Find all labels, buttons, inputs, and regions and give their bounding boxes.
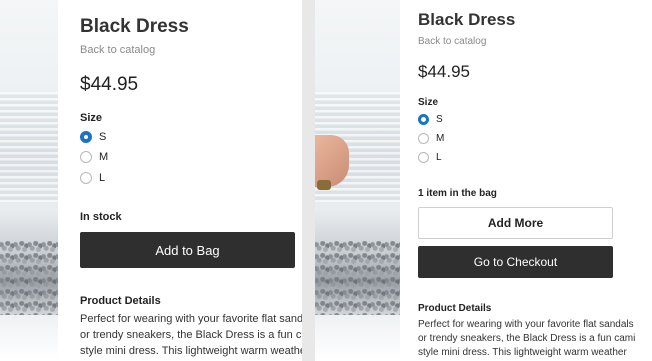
product-photo-left	[0, 0, 58, 361]
radio-selected-icon[interactable]	[418, 114, 429, 125]
radio-unselected-icon[interactable]	[418, 133, 429, 144]
product-price: $44.95	[80, 74, 139, 95]
size-option-label: L	[99, 172, 106, 184]
product-price: $44.95	[418, 62, 470, 81]
details-line: style mini dress. This lightweight warm …	[80, 345, 302, 357]
size-label: Size	[418, 97, 439, 108]
product-panel-before: Black Dress Back to catalog $44.95 Size …	[58, 0, 302, 361]
back-to-catalog-link[interactable]: Back to catalog	[418, 36, 486, 47]
stock-status: In stock	[80, 211, 122, 223]
bracelet	[317, 180, 331, 190]
product-title: Black Dress	[418, 10, 516, 29]
size-label: Size	[80, 112, 103, 124]
go-to-checkout-button[interactable]: Go to Checkout	[418, 246, 613, 278]
details-line: or trendy sneakers, the Black Dress is a…	[418, 333, 636, 344]
size-option-l[interactable]: L	[418, 152, 442, 163]
back-to-catalog-link[interactable]: Back to catalog	[80, 44, 155, 56]
product-details-heading: Product Details	[418, 303, 492, 314]
radio-unselected-icon[interactable]	[80, 151, 92, 163]
size-option-m[interactable]: M	[418, 133, 444, 144]
size-option-label: M	[99, 151, 109, 163]
radio-unselected-icon[interactable]	[80, 172, 92, 184]
product-details-heading: Product Details	[80, 295, 161, 307]
product-panel-after: Black Dress Back to catalog $44.95 Size …	[400, 0, 652, 361]
screen-divider	[302, 0, 315, 361]
add-more-button[interactable]: Add More	[418, 207, 613, 239]
size-option-label: L	[436, 152, 442, 163]
add-to-bag-button[interactable]: Add to Bag	[80, 232, 295, 268]
bag-status: 1 item in the bag	[418, 188, 497, 199]
size-option-m[interactable]: M	[80, 151, 108, 163]
radio-selected-icon[interactable]	[80, 131, 92, 143]
product-details-text: Perfect for wearing with your favorite f…	[418, 318, 652, 360]
size-option-label: M	[436, 133, 445, 144]
details-line: style mini dress. This lightweight warm …	[418, 347, 627, 358]
size-option-label: S	[436, 114, 443, 125]
product-title: Black Dress	[80, 16, 189, 37]
size-option-l[interactable]: L	[80, 172, 105, 184]
product-details-text: Perfect for wearing with your favorite f…	[80, 311, 302, 359]
details-line: Perfect for wearing with your favorite f…	[80, 313, 302, 325]
details-line: Perfect for wearing with your favorite f…	[418, 319, 634, 330]
size-option-label: S	[99, 131, 107, 143]
radio-unselected-icon[interactable]	[418, 152, 429, 163]
size-option-s[interactable]: S	[418, 114, 443, 125]
details-line: or trendy sneakers, the Black Dress is a…	[80, 329, 302, 341]
size-option-s[interactable]: S	[80, 131, 106, 143]
product-photo-right	[315, 0, 400, 361]
